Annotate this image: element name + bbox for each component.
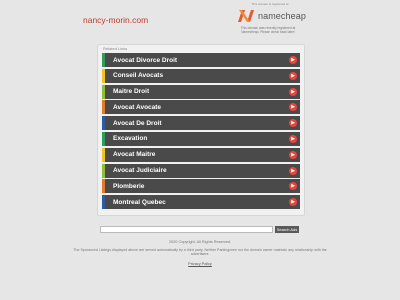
link-accent-bar <box>102 100 105 115</box>
link-accent-bar <box>102 179 105 194</box>
related-link[interactable]: Avocat Maitre ▶ <box>102 147 300 162</box>
related-link[interactable]: Avocat Avocate ▶ <box>102 100 300 115</box>
link-accent-bar <box>102 195 105 210</box>
link-accent-bar <box>102 84 105 99</box>
related-link-label: Conseil Avocats <box>113 72 164 80</box>
registrar-notice-bottom: This domain was recently registered at N… <box>240 26 296 34</box>
privacy-policy-link[interactable]: Privacy Policy <box>0 262 400 266</box>
registrar-notice-top: This domain is registered at <box>251 2 289 6</box>
related-link-label: Avocat De Droit <box>113 119 162 127</box>
related-links-panel: Related Links Avocat Divorce Droit ▶ Conse… <box>97 44 305 216</box>
domain-name: nancy-morin.com <box>83 15 149 25</box>
namecheap-logo-icon <box>237 9 255 23</box>
related-link-label: Montreal Quebec <box>113 198 166 206</box>
namecheap-wordmark: namecheap <box>258 11 306 21</box>
link-accent-bar <box>102 53 105 67</box>
related-link-label: Excavation <box>113 135 148 143</box>
related-link[interactable]: Plomberie ▶ <box>102 179 300 194</box>
disclaimer-text: The Sponsored Listings displayed above a… <box>73 248 327 257</box>
search-bar: Search Ads <box>100 226 300 234</box>
related-link-label: Avocat Divorce Droit <box>113 56 178 64</box>
arrow-right-icon: ▶ <box>289 56 297 64</box>
related-links-list: Avocat Divorce Droit ▶ Conseil Avocats ▶ Mai… <box>102 53 300 211</box>
arrow-right-icon: ▶ <box>289 87 297 96</box>
search-input[interactable] <box>100 226 273 233</box>
link-accent-bar <box>102 147 105 162</box>
link-accent-bar <box>102 116 105 131</box>
arrow-right-icon: ▶ <box>289 150 297 159</box>
link-accent-bar <box>102 68 105 83</box>
arrow-right-icon: ▶ <box>289 134 297 143</box>
related-link[interactable]: Excavation ▶ <box>102 131 300 146</box>
copyright-text: 2020 Copyright. All Rights Reserved. <box>168 240 232 244</box>
arrow-right-icon: ▶ <box>289 166 297 175</box>
arrow-right-icon: ▶ <box>289 119 297 128</box>
related-link[interactable]: Montreal Quebec ▶ <box>102 195 300 210</box>
arrow-right-icon: ▶ <box>289 198 297 207</box>
related-link[interactable]: Avocat Divorce Droit ▶ <box>102 53 300 67</box>
related-link-label: Plomberie <box>113 182 145 190</box>
search-button[interactable]: Search Ads <box>275 226 299 233</box>
arrow-right-icon: ▶ <box>289 182 297 191</box>
related-link[interactable]: Maitre Droit ▶ <box>102 84 300 99</box>
arrow-right-icon: ▶ <box>289 71 297 80</box>
related-link-label: Avocat Avocate <box>113 103 162 111</box>
related-links-title: Related Links <box>103 46 128 51</box>
link-accent-bar <box>102 131 105 146</box>
link-accent-bar <box>102 163 105 178</box>
related-link-label: Avocat Judiciaire <box>113 167 167 175</box>
related-link-label: Maitre Droit <box>113 88 150 96</box>
parked-domain-page: nancy-morin.com This domain is registere… <box>0 0 400 300</box>
related-link[interactable]: Avocat De Droit ▶ <box>102 116 300 131</box>
related-link[interactable]: Avocat Judiciaire ▶ <box>102 163 300 178</box>
related-link[interactable]: Conseil Avocats ▶ <box>102 68 300 83</box>
arrow-right-icon: ▶ <box>289 103 297 112</box>
related-link-label: Avocat Maitre <box>113 151 156 159</box>
namecheap-logo[interactable]: namecheap <box>237 8 306 24</box>
